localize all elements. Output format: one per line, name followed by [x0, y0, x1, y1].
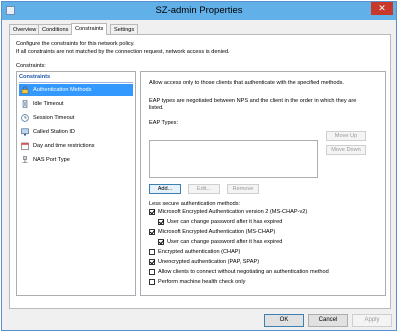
sidebar-item-idle-timeout[interactable]: Idle Timeout	[19, 98, 133, 110]
sidebar-item-label: Authentication Methods	[33, 87, 92, 93]
description-line-2: If all constraints are not matched by th…	[16, 48, 230, 55]
clock-icon	[21, 114, 29, 122]
tab-constraints[interactable]: Constraints	[71, 23, 108, 35]
monitor-icon	[21, 128, 29, 136]
mschap-label: Microsoft Encrypted Authentication (MS-C…	[158, 229, 276, 235]
sidebar-item-label: Day and time restrictions	[33, 143, 95, 149]
chap-checkbox[interactable]	[149, 249, 155, 255]
properties-dialog: SZ-admin Properties ✕ Overview Condition…	[1, 1, 397, 331]
description: Configure the constraints for this netwo…	[16, 41, 230, 56]
remove-button[interactable]: Remove	[227, 184, 259, 194]
cancel-button[interactable]: Cancel	[308, 314, 348, 327]
pap-spap-label: Unencrypted authentication (PAP, SPAP)	[158, 259, 260, 265]
sidebar-item-session-timeout[interactable]: Session Timeout	[19, 112, 133, 124]
add-button[interactable]: Add...	[149, 184, 181, 194]
tab-settings[interactable]: Settings	[110, 24, 139, 34]
tab-conditions[interactable]: Conditions	[38, 24, 73, 34]
mschap-change-password-checkbox[interactable]	[158, 239, 164, 245]
tab-overview[interactable]: Overview	[9, 24, 41, 34]
no-negotiation-label: Allow clients to connect without negotia…	[158, 269, 329, 275]
health-check-label: Perform machine health check only	[158, 279, 246, 285]
pap-spap-checkbox[interactable]	[149, 259, 155, 265]
calendar-icon	[21, 142, 29, 150]
constraints-tree: Constraints Authentication Methods Idle …	[16, 71, 136, 296]
mschapv2-label: Microsoft Encrypted Authentication versi…	[158, 209, 308, 215]
move-up-button[interactable]: Move Up	[326, 131, 366, 141]
constraints-tab-panel: Configure the constraints for this netwo…	[9, 34, 391, 309]
network-port-icon	[22, 156, 28, 163]
mschapv2-checkbox[interactable]	[149, 209, 155, 215]
title-bar[interactable]: SZ-admin Properties ✕	[2, 2, 396, 20]
apply-button[interactable]: Apply	[352, 314, 392, 327]
constraints-label: Constraints:	[16, 63, 46, 69]
lock-key-icon	[21, 86, 29, 94]
move-down-button[interactable]: Move Down	[326, 145, 366, 155]
sidebar-item-day-time-restrictions[interactable]: Day and time restrictions	[19, 140, 133, 152]
mschapv2-change-password-checkbox[interactable]	[158, 219, 164, 225]
chap-label: Encrypted authentication (CHAP)	[158, 249, 241, 255]
health-check-checkbox[interactable]	[149, 279, 155, 285]
description-line-1: Configure the constraints for this netwo…	[16, 41, 135, 47]
less-secure-label: Less secure authentication methods:	[149, 201, 241, 207]
close-button[interactable]: ✕	[371, 2, 393, 15]
sidebar-item-label: Idle Timeout	[33, 101, 64, 107]
eap-types-list[interactable]	[149, 140, 318, 178]
mschap-checkbox[interactable]	[149, 229, 155, 235]
sidebar-item-nas-port-type[interactable]: NAS Port Type	[19, 154, 133, 166]
mschap-change-password-label: User can change password after it has ex…	[167, 239, 283, 245]
constraints-tree-header: Constraints	[19, 74, 51, 80]
mschapv2-change-password-label: User can change password after it has ex…	[167, 219, 283, 225]
header-divider	[19, 82, 133, 83]
sidebar-item-authentication-methods[interactable]: Authentication Methods	[19, 84, 133, 96]
sidebar-item-label: Called Station ID	[33, 129, 75, 135]
sidebar-item-label: Session Timeout	[33, 115, 75, 121]
eap-note-line-1: EAP types are negotiated between NPS and…	[149, 98, 357, 104]
edit-button[interactable]: Edit...	[188, 184, 220, 194]
ok-button[interactable]: OK	[264, 314, 304, 327]
sidebar-item-called-station-id[interactable]: Called Station ID	[19, 126, 133, 138]
dialog-title: SZ-admin Properties	[155, 5, 243, 16]
eap-types-label: EAP Types:	[149, 120, 179, 126]
authentication-methods-settings: Allow access only to those clients that …	[140, 71, 386, 296]
timer-icon	[22, 100, 28, 108]
eap-note-line-2: listed.	[149, 105, 164, 111]
no-negotiation-checkbox[interactable]	[149, 269, 155, 275]
intro-text: Allow access only to those clients that …	[149, 80, 344, 86]
sidebar-item-label: NAS Port Type	[33, 157, 70, 163]
